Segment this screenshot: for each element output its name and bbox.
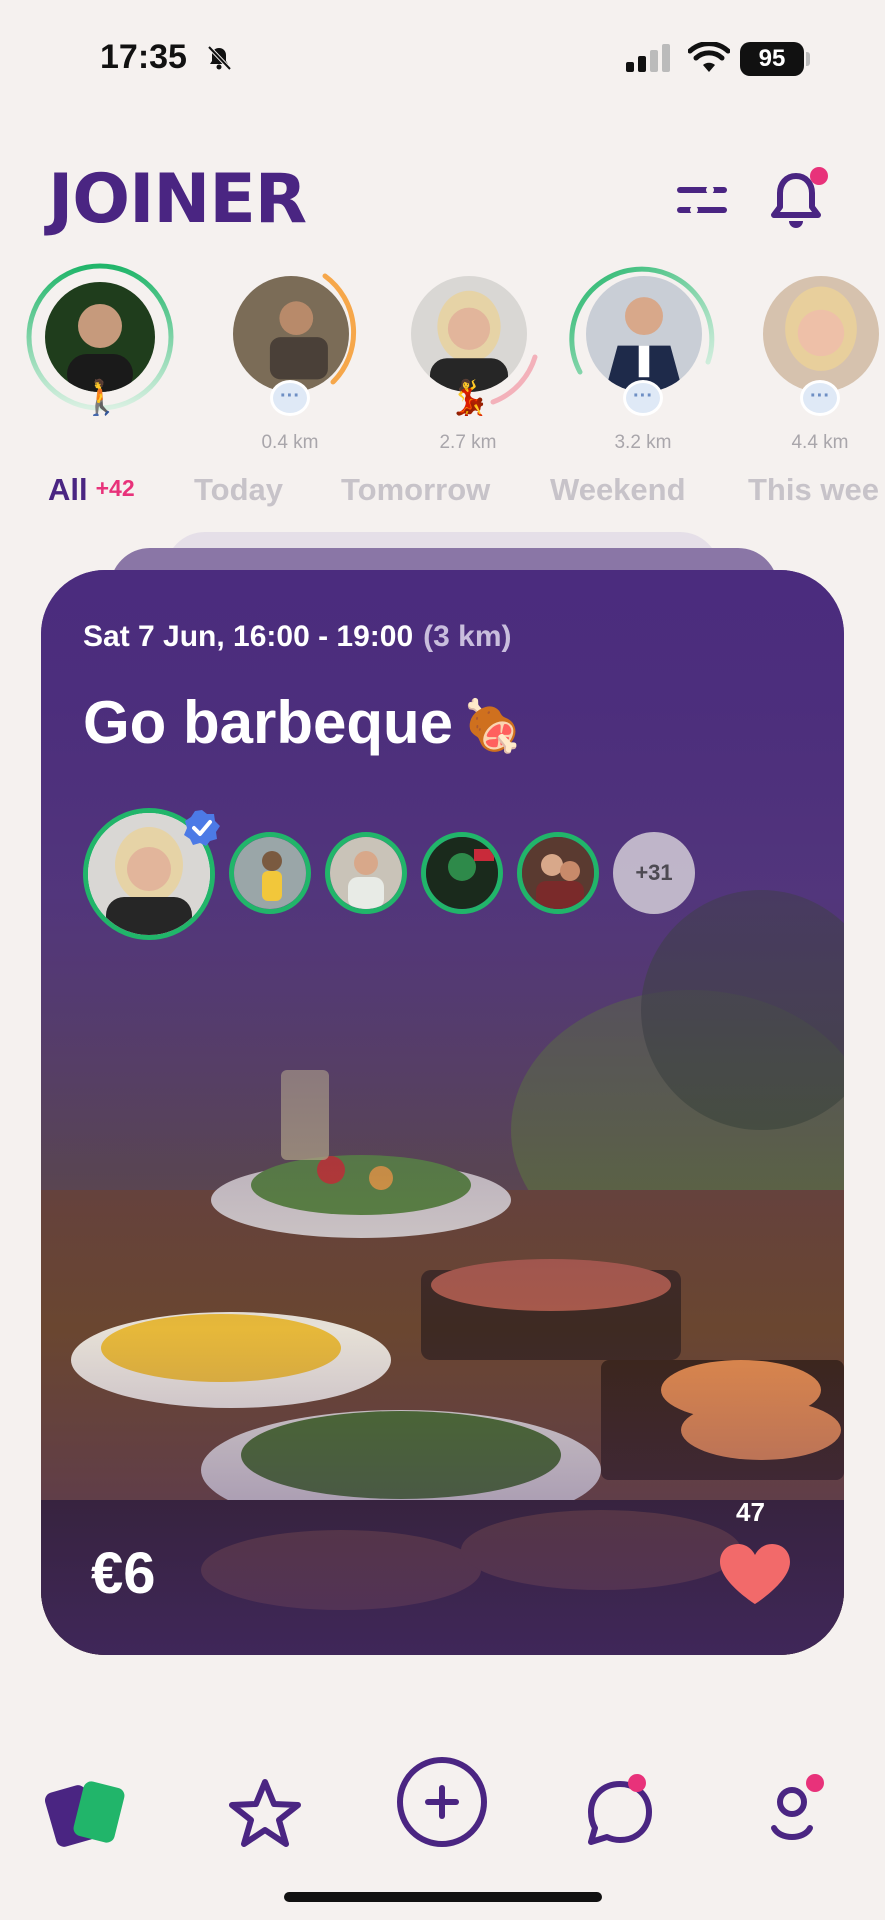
event-date: Sat 7 Jun, 16:00 - 19:00 (3 km) [83,620,512,654]
chat-dots-icon: ··· [800,380,840,416]
tab-all-count: +42 [95,475,135,501]
story-item[interactable]: ··· 3.2 km [568,262,718,453]
chat-icon[interactable] [575,1768,665,1858]
chat-notification-dot [628,1774,646,1792]
event-card[interactable]: Sat 7 Jun, 16:00 - 19:00 (3 km) Go barbeq… [41,570,844,1655]
verified-badge-icon [184,810,220,846]
profile-notification-dot [806,1774,824,1792]
story-item[interactable]: 🚶 [25,262,175,452]
event-distance: (3 km) [423,620,512,653]
wifi-icon [688,42,730,72]
tab-tomorrow[interactable]: Tomorrow [341,472,490,508]
attendee-photo [330,837,402,909]
story-item[interactable]: ··· 0.4 km [215,262,365,453]
tab-today[interactable]: Today [194,472,283,508]
tab-all-label: All [48,472,88,507]
story-distance: 4.4 km [791,432,849,453]
attendee-avatar[interactable] [229,832,311,914]
status-time: 17:35 [100,38,187,76]
event-date-text: Sat 7 Jun, 16:00 - 19:00 [83,620,414,653]
story-distance: 3.2 km [614,432,672,453]
attendee-photo [426,837,498,909]
event-title-text: Go barbeque [83,689,454,756]
bell-slash-icon [207,45,232,71]
avatar [763,276,879,392]
dancer-emoji: 💃 [448,379,491,417]
attendee-photo [522,837,594,909]
attendee-avatar[interactable] [517,832,599,914]
home-indicator [284,1892,602,1902]
battery-tip [806,52,810,66]
add-circle-icon[interactable] [394,1754,490,1850]
meat-emoji: 🍖 [461,698,524,754]
attendee-photo [234,837,306,909]
app-logo: JOINER [48,160,307,239]
tab-weekend[interactable]: Weekend [550,472,686,508]
story-distance: 0.4 km [261,432,319,453]
avatar [586,276,702,392]
cards-icon[interactable] [42,1768,132,1858]
attendee-avatar[interactable] [421,832,503,914]
event-price: €6 [91,1541,156,1606]
tab-this-week[interactable]: This wee [748,472,879,508]
person-walking-emoji: 🚶 [80,379,123,417]
star-icon[interactable] [220,1768,310,1858]
profile-icon[interactable] [752,1768,842,1858]
story-item[interactable]: ··· 4.4 km [745,262,885,453]
story-item[interactable]: 💃 2.7 km [393,262,543,453]
tab-all[interactable]: All +42 [48,472,135,508]
chat-dots-icon: ··· [270,380,310,416]
event-title: Go barbeque 🍖 [83,688,523,757]
chat-dots-icon: ··· [623,380,663,416]
attendee-avatar[interactable] [325,832,407,914]
notification-dot [810,167,828,185]
story-distance: 2.7 km [439,432,497,453]
battery-icon: 95 [740,42,804,76]
filter-sliders-icon[interactable] [676,180,728,220]
cellular-signal-icon [626,44,670,72]
more-attendees-badge[interactable]: +31 [613,832,695,914]
like-count: 47 [736,1497,765,1527]
avatar [233,276,349,392]
status-bar: 17:35 95 [0,0,885,120]
heart-icon[interactable] [718,1542,792,1606]
bottom-nav [0,1740,885,1870]
avatar [45,282,155,392]
avatar [411,276,527,392]
